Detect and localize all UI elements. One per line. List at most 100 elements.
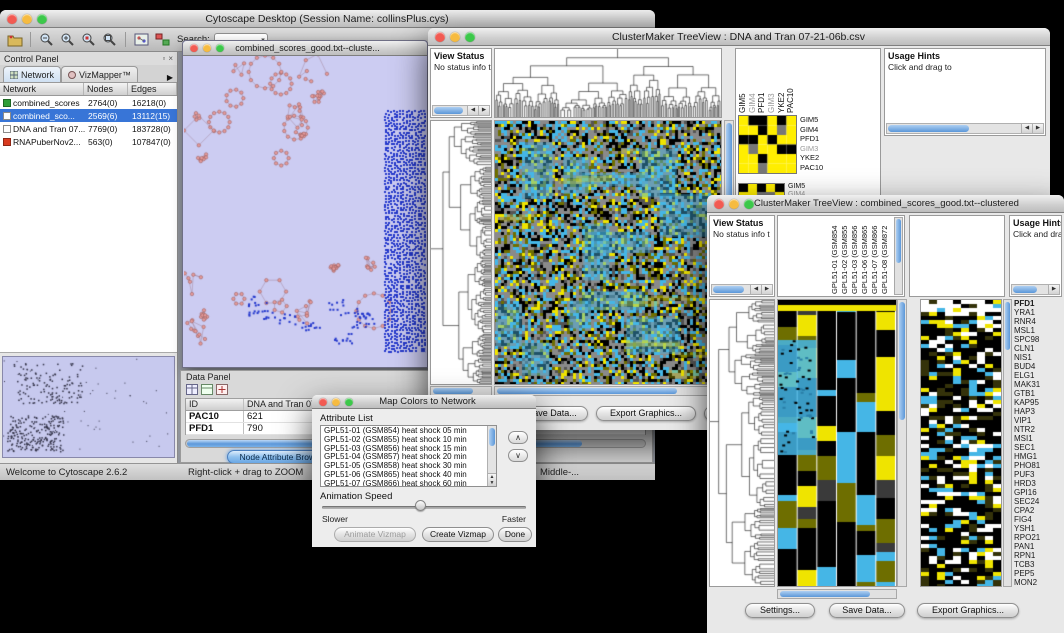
network-table-row[interactable]: DNA and Tran 07...7769(0)183728(0) bbox=[0, 122, 177, 135]
close-button[interactable] bbox=[7, 14, 17, 24]
gene-label[interactable]: RNR4 bbox=[1014, 317, 1062, 326]
view-status-scrollbar[interactable]: ◀ ▶ bbox=[432, 105, 490, 116]
column-header-nodes[interactable]: Nodes bbox=[84, 83, 128, 95]
scroll-left-icon[interactable]: ◀ bbox=[467, 106, 478, 115]
minimize-button[interactable] bbox=[332, 398, 340, 406]
gene-label[interactable]: YKE2 bbox=[800, 153, 823, 163]
gene-label[interactable]: PAC10 bbox=[800, 163, 823, 173]
scroll-left-icon[interactable]: ◀ bbox=[1021, 124, 1032, 133]
attribute-item[interactable]: GPL51-06 (GSM865) heat shock 40 min bbox=[322, 471, 486, 480]
tv2-zoom-vscrollbar[interactable] bbox=[1003, 299, 1012, 587]
gene-label[interactable]: CPA2 bbox=[1014, 506, 1062, 515]
gene-label[interactable]: MON2 bbox=[1014, 578, 1062, 587]
scrollbar-thumb[interactable] bbox=[713, 286, 744, 293]
gene-label[interactable]: MSI1 bbox=[1014, 434, 1062, 443]
gene-label[interactable]: GIM5 bbox=[800, 115, 823, 125]
gene-label[interactable]: MSL1 bbox=[1014, 326, 1062, 335]
treeview2-titlebar[interactable]: ClusterMaker TreeView : combined_scores_… bbox=[707, 195, 1064, 213]
done-button[interactable]: Done bbox=[498, 527, 532, 542]
gene-label[interactable]: SPC98 bbox=[1014, 335, 1062, 344]
tv2-hscrollbar[interactable] bbox=[777, 589, 897, 599]
global-heatmap-canvas[interactable] bbox=[495, 121, 721, 384]
network-graph-canvas[interactable] bbox=[184, 56, 426, 366]
usage-hints-scrollbar[interactable]: ◀ ▶ bbox=[886, 123, 1044, 134]
gene-label[interactable]: SEC24 bbox=[1014, 497, 1062, 506]
gene-label[interactable]: VIP1 bbox=[1014, 416, 1062, 425]
attribute-item[interactable]: GPL51-05 (GSM858) heat shock 30 min bbox=[322, 462, 486, 471]
scrollbar-thumb[interactable] bbox=[433, 388, 473, 394]
tab-vizmapper[interactable]: VizMapper™ bbox=[61, 66, 138, 82]
gene-label[interactable]: ELG1 bbox=[1014, 371, 1062, 380]
gene-label[interactable]: GIM3 bbox=[800, 144, 823, 154]
array-label[interactable]: GPL51-06 (GSM865 bbox=[860, 218, 870, 294]
scroll-left-icon[interactable]: ◀ bbox=[750, 285, 761, 294]
attribute-item[interactable]: GPL51-03 (GSM856) heat shock 15 min bbox=[322, 445, 486, 454]
scroll-arrows[interactable]: ▲ ▼ bbox=[488, 473, 496, 486]
gene-label[interactable]: PAN1 bbox=[1014, 542, 1062, 551]
attribute-item[interactable]: GPL51-02 (GSM855) heat shock 10 min bbox=[322, 436, 486, 445]
column-header-id[interactable]: ID bbox=[186, 399, 244, 410]
create-attribute-icon[interactable] bbox=[216, 384, 228, 395]
minimize-button[interactable] bbox=[450, 32, 460, 42]
array-label[interactable]: PFD1 bbox=[757, 51, 767, 113]
gene-label[interactable]: YSH1 bbox=[1014, 524, 1062, 533]
gene-label[interactable]: PEP5 bbox=[1014, 569, 1062, 578]
gene-label[interactable]: GTB1 bbox=[1014, 389, 1062, 398]
gene-label[interactable]: SEC1 bbox=[1014, 443, 1062, 452]
array-label[interactable]: GPL51-08 (GSM872 bbox=[880, 218, 890, 294]
animate-vizmap-button[interactable]: Animate Vizmap bbox=[334, 527, 416, 542]
array-label[interactable]: GIM5 bbox=[738, 51, 748, 113]
close-button[interactable] bbox=[714, 199, 724, 209]
gene-label[interactable]: BUD4 bbox=[1014, 362, 1062, 371]
attribute-item[interactable]: GPL51-01 (GSM854) heat shock 05 min bbox=[322, 427, 486, 436]
move-up-button[interactable]: ∧ bbox=[508, 431, 528, 444]
close-button[interactable] bbox=[190, 44, 198, 52]
zoom-selected-icon[interactable] bbox=[80, 31, 97, 48]
array-label[interactable]: PAC10 bbox=[786, 51, 796, 113]
array-label[interactable]: GIM4 bbox=[748, 51, 758, 113]
minimize-button[interactable] bbox=[203, 44, 211, 52]
view-status-scrollbar[interactable]: ◀ ▶ bbox=[711, 284, 773, 295]
table-view-icon[interactable] bbox=[186, 384, 198, 395]
gene-label[interactable]: HMG1 bbox=[1014, 452, 1062, 461]
scrollbar-thumb[interactable] bbox=[1005, 302, 1010, 350]
minimize-button[interactable] bbox=[22, 14, 32, 24]
move-down-button[interactable]: ∨ bbox=[508, 449, 528, 462]
tab-overflow-icon[interactable]: ▶ bbox=[167, 73, 173, 82]
array-label[interactable]: GPL51-03 (GSM856 bbox=[850, 218, 860, 294]
scroll-right-icon[interactable]: ▶ bbox=[1048, 285, 1059, 294]
treeview1-titlebar[interactable]: ClusterMaker TreeView : DNA and Tran 07-… bbox=[428, 28, 1050, 46]
zoom-button[interactable] bbox=[345, 398, 353, 406]
attribute-item[interactable]: GPL51-04 (GSM857) heat shock 20 min bbox=[322, 453, 486, 462]
zoom-button[interactable] bbox=[216, 44, 224, 52]
gene-label[interactable]: TCB3 bbox=[1014, 560, 1062, 569]
gene-label[interactable]: RPN1 bbox=[1014, 551, 1062, 560]
export-graphics-button[interactable]: Export Graphics... bbox=[917, 603, 1019, 618]
dialog-titlebar[interactable]: Map Colors to Network bbox=[312, 395, 536, 409]
gene-label[interactable]: CLN1 bbox=[1014, 344, 1062, 353]
create-vizmap-button[interactable]: Create Vizmap bbox=[422, 527, 494, 542]
gene-label[interactable]: MAK31 bbox=[1014, 380, 1062, 389]
gene-dendrogram-canvas[interactable] bbox=[710, 300, 774, 586]
main-titlebar[interactable]: Cytoscape Desktop (Session Name: collins… bbox=[0, 10, 655, 28]
zoom-button[interactable] bbox=[37, 14, 47, 24]
zoom-fit-icon[interactable] bbox=[101, 31, 118, 48]
gene-label[interactable]: GPI16 bbox=[1014, 488, 1062, 497]
minimize-button[interactable] bbox=[729, 199, 739, 209]
tab-network[interactable]: Network bbox=[3, 66, 61, 82]
gene-label[interactable]: PHO81 bbox=[1014, 461, 1062, 470]
close-button[interactable] bbox=[319, 398, 327, 406]
network-window-titlebar[interactable]: combined_scores_good.txt--cluste... bbox=[183, 41, 427, 56]
array-label[interactable]: GPL51-07 (GSM866 bbox=[870, 218, 880, 294]
gene-label[interactable]: KAP95 bbox=[1014, 398, 1062, 407]
open-folder-icon[interactable] bbox=[6, 31, 23, 48]
network-overview-thumbnail[interactable] bbox=[2, 356, 175, 458]
zoom-in-icon[interactable] bbox=[59, 31, 76, 48]
gene-dendrogram-canvas[interactable] bbox=[431, 121, 491, 384]
array-dendrogram-canvas[interactable] bbox=[495, 49, 721, 117]
label-vscrollbar[interactable] bbox=[894, 217, 903, 295]
gene-label[interactable]: PFD1 bbox=[1014, 299, 1062, 308]
column-header-edges[interactable]: Edges bbox=[128, 83, 177, 95]
scrollbar-thumb[interactable] bbox=[780, 591, 870, 597]
zoom-button[interactable] bbox=[465, 32, 475, 42]
